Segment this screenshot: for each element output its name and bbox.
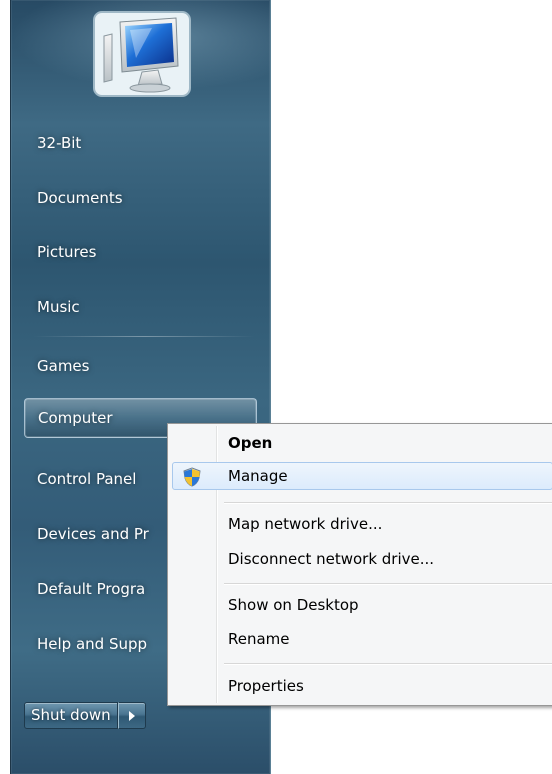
shutdown-group: Shut down <box>24 702 146 729</box>
context-item-map-network-drive[interactable]: Map network drive... <box>172 510 552 538</box>
start-item-music[interactable]: Music <box>24 289 257 325</box>
context-menu-separator <box>224 583 552 585</box>
context-item-open[interactable]: Open <box>172 429 552 457</box>
uac-shield-icon <box>183 467 201 487</box>
context-item-manage-label: Manage <box>228 467 288 485</box>
context-item-show-on-desktop[interactable]: Show on Desktop <box>172 591 552 619</box>
context-item-properties[interactable]: Properties <box>172 672 552 700</box>
context-menu-separator <box>224 502 552 504</box>
start-item-pictures[interactable]: Pictures <box>24 234 257 270</box>
context-item-rename[interactable]: Rename <box>172 625 552 653</box>
start-item-games[interactable]: Games <box>24 348 257 384</box>
computer-monitor-icon <box>93 11 191 97</box>
shutdown-options-button[interactable] <box>117 702 146 729</box>
context-menu: Open Manage Map network drive... Disconn… <box>167 423 552 706</box>
start-menu-separator <box>33 336 255 337</box>
start-item-32-bit[interactable]: 32-Bit <box>24 125 257 161</box>
context-menu-separator <box>224 663 552 665</box>
arrow-right-icon <box>128 710 135 721</box>
shutdown-button[interactable]: Shut down <box>24 702 118 729</box>
context-item-manage[interactable]: Manage <box>172 462 552 490</box>
context-item-disconnect-network-drive[interactable]: Disconnect network drive... <box>172 545 552 573</box>
start-item-documents[interactable]: Documents <box>24 180 257 216</box>
